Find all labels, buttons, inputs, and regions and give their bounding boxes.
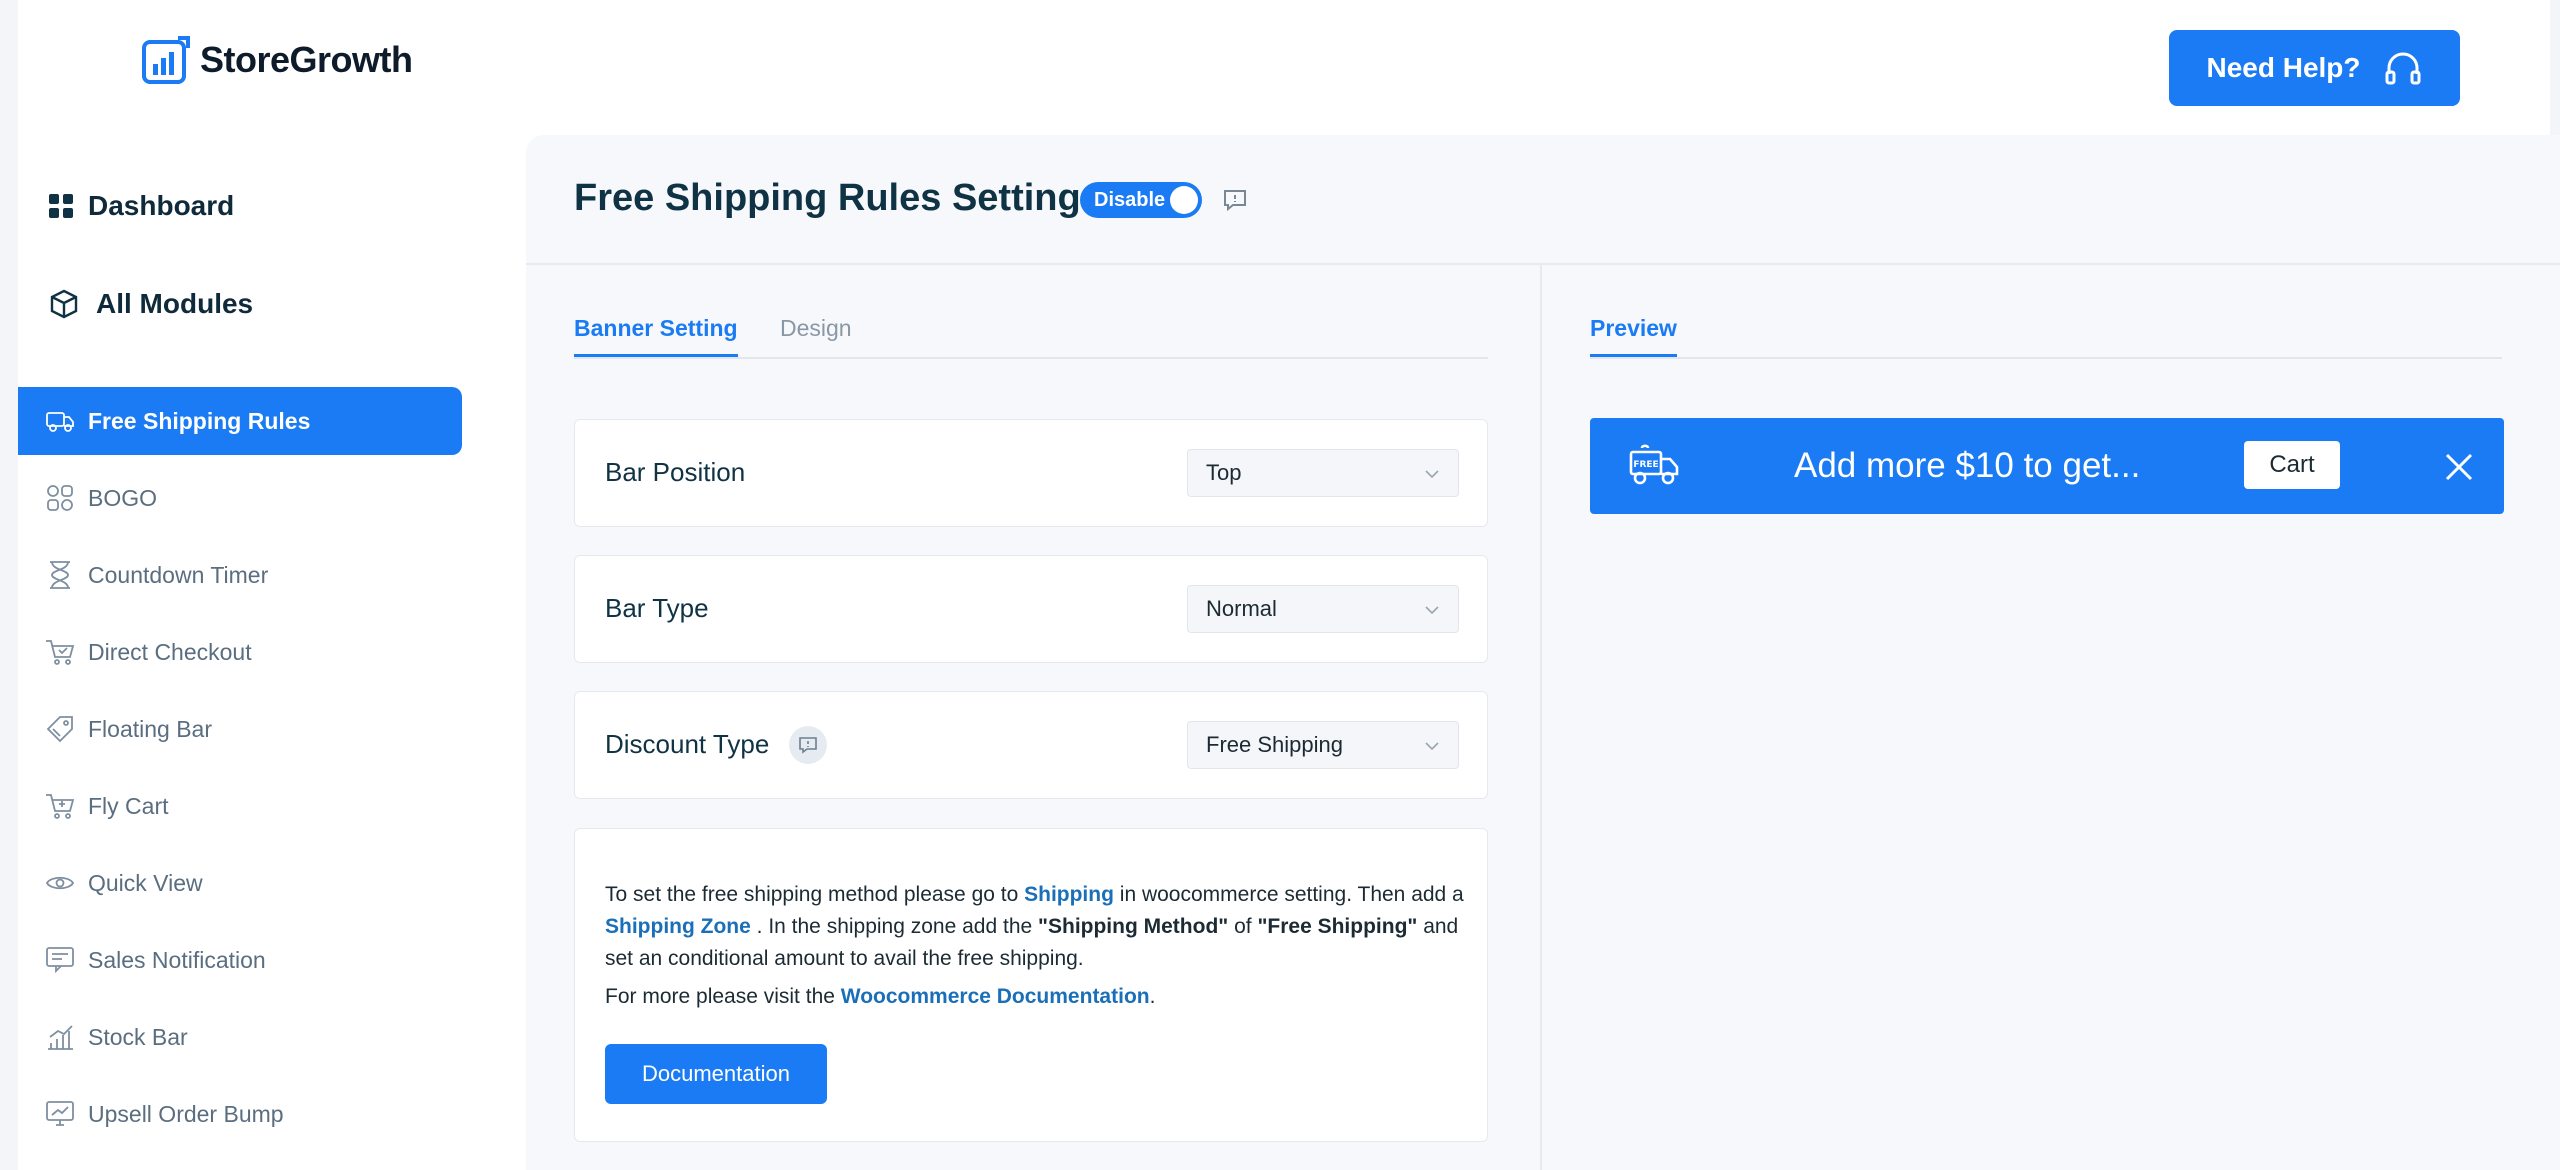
sidebar-item-label: Direct Checkout — [88, 638, 252, 665]
note-bold: "Shipping Method" — [1038, 915, 1229, 938]
discount-type-label: Discount Type — [605, 729, 770, 759]
discount-type-value: Free Shipping — [1206, 732, 1343, 757]
free-shipping-truck-icon: FREE — [1629, 444, 1679, 485]
preview-message: Add more $10 to get... — [1794, 446, 2141, 485]
preview-tabs: Preview — [1590, 315, 2502, 359]
sidebar-all-modules-label: All Modules — [96, 288, 254, 319]
bar-position-value: Top — [1206, 460, 1242, 485]
tab-design[interactable]: Design — [780, 315, 852, 354]
monitor-chart-icon — [46, 1101, 74, 1126]
sidebar-item-sales-notification[interactable]: Sales Notification — [18, 926, 462, 994]
shipping-link[interactable]: Shipping — [1024, 883, 1114, 906]
sidebar-item-upsell-order-bump[interactable]: Upsell Order Bump — [18, 1080, 462, 1148]
tab-preview[interactable]: Preview — [1590, 315, 1677, 357]
chevron-down-icon — [1425, 742, 1439, 751]
chevron-down-icon — [1425, 606, 1439, 615]
sidebar-item-label: Sales Notification — [88, 946, 266, 973]
woocommerce-docs-link[interactable]: Woocommerce Documentation — [841, 985, 1150, 1008]
sidebar-item-fly-cart[interactable]: Fly Cart — [18, 772, 462, 840]
chevron-down-icon — [1425, 470, 1439, 479]
bar-position-label: Bar Position — [605, 457, 746, 487]
discount-type-card: Discount Type Free Shipping — [574, 691, 1488, 799]
need-help-label: Need Help? — [2206, 52, 2361, 83]
note-text: To set the free shipping method please g… — [605, 883, 1025, 906]
documentation-button[interactable]: Documentation — [605, 1044, 827, 1104]
note-text: in woocommerce setting. Then add a — [1113, 883, 1464, 906]
hourglass-icon — [50, 561, 70, 589]
page-title: Free Shipping Rules Setting — [574, 177, 1081, 219]
discount-type-select[interactable]: Free Shipping — [1187, 721, 1459, 769]
header-divider — [526, 263, 2560, 265]
toggle-label: Disable — [1094, 188, 1166, 211]
sidebar-dashboard[interactable]: Dashboard — [18, 176, 234, 236]
need-help-button[interactable]: Need Help? — [2169, 30, 2460, 106]
sidebar-item-label: Upsell Order Bump — [88, 1100, 284, 1127]
brand-logo[interactable]: StoreGrowth — [142, 36, 413, 84]
tab-banner-setting[interactable]: Banner Setting — [574, 315, 738, 357]
sidebar-item-floating-bar[interactable]: Floating Bar — [18, 695, 462, 763]
sidebar-item-label: Countdown Timer — [88, 561, 269, 588]
help-tooltip-icon[interactable] — [1222, 187, 1248, 213]
note-text: . — [1149, 985, 1156, 1008]
notification-icon — [46, 947, 74, 974]
cart-icon — [46, 794, 75, 819]
sidebar-item-quick-view[interactable]: Quick View — [18, 849, 462, 917]
main-panel: Free Shipping Rules Setting Disable Bann… — [526, 135, 2560, 1170]
settings-tabs: Banner Setting Design — [574, 315, 1488, 359]
note-text: of — [1228, 915, 1258, 938]
sidebar-all-modules[interactable]: All Modules — [18, 274, 253, 334]
sidebar-item-stock-bar[interactable]: Stock Bar — [18, 1003, 462, 1071]
sidebar-item-label: Quick View — [88, 869, 203, 896]
truck-icon — [46, 412, 74, 432]
sidebar-item-direct-checkout[interactable]: Direct Checkout — [18, 618, 462, 686]
sidebar-item-countdown-timer[interactable]: Countdown Timer — [18, 541, 462, 609]
preview-banner: FREE Add more $10 to get... Cart — [1590, 418, 2504, 514]
sidebar-item-label: Fly Cart — [88, 792, 169, 819]
sidebar-item-label: Free Shipping Rules — [88, 407, 311, 434]
sidebar-item-label: Stock Bar — [88, 1023, 188, 1050]
bogo-icon — [47, 485, 73, 511]
headphones-icon — [2385, 52, 2421, 85]
bar-chart-icon — [48, 1025, 73, 1050]
enable-toggle[interactable]: Disable — [1080, 182, 1202, 218]
truck-badge-text: FREE — [1633, 460, 1658, 470]
tag-icon — [46, 716, 73, 743]
help-tooltip-icon — [799, 737, 817, 754]
discount-type-info[interactable] — [789, 726, 827, 764]
shipping-info-card: To set the free shipping method please g… — [574, 828, 1488, 1142]
note-bold: "Free Shipping" — [1257, 915, 1418, 938]
sidebar-dashboard-label: Dashboard — [88, 190, 235, 221]
checkout-cart-icon — [46, 640, 75, 665]
brand-name: StoreGrowth — [200, 39, 413, 80]
window-left-edge — [0, 0, 18, 1170]
bar-type-label: Bar Type — [605, 593, 709, 623]
bar-type-value: Normal — [1206, 596, 1277, 621]
close-icon[interactable] — [2444, 452, 2474, 482]
bar-position-select[interactable]: Top — [1187, 449, 1459, 497]
storegrowth-logo-icon — [142, 36, 190, 84]
sidebar-item-bogo[interactable]: BOGO — [18, 464, 462, 532]
cube-icon — [50, 289, 78, 319]
sidebar-item-label: Floating Bar — [88, 715, 213, 742]
dashboard-grid-icon — [49, 194, 73, 218]
shipping-instructions: To set the free shipping method please g… — [605, 879, 1465, 975]
eye-icon — [45, 876, 75, 890]
shipping-zone-link[interactable]: Shipping Zone — [605, 915, 751, 938]
note-text: . In the shipping zone add the — [750, 915, 1039, 938]
bar-type-card: Bar Type Normal — [574, 555, 1488, 663]
column-divider — [1540, 265, 1542, 1170]
bar-position-card: Bar Position Top — [574, 419, 1488, 527]
preview-cart-button[interactable]: Cart — [2244, 441, 2340, 489]
sidebar-item-label: BOGO — [88, 484, 158, 511]
toggle-knob — [1170, 186, 1198, 214]
sidebar-item-free-shipping-rules[interactable]: Free Shipping Rules — [18, 387, 462, 455]
documentation-note: For more please visit the Woocommerce Do… — [605, 981, 1465, 1013]
bar-type-select[interactable]: Normal — [1187, 585, 1459, 633]
note-text: For more please visit the — [605, 985, 841, 1008]
